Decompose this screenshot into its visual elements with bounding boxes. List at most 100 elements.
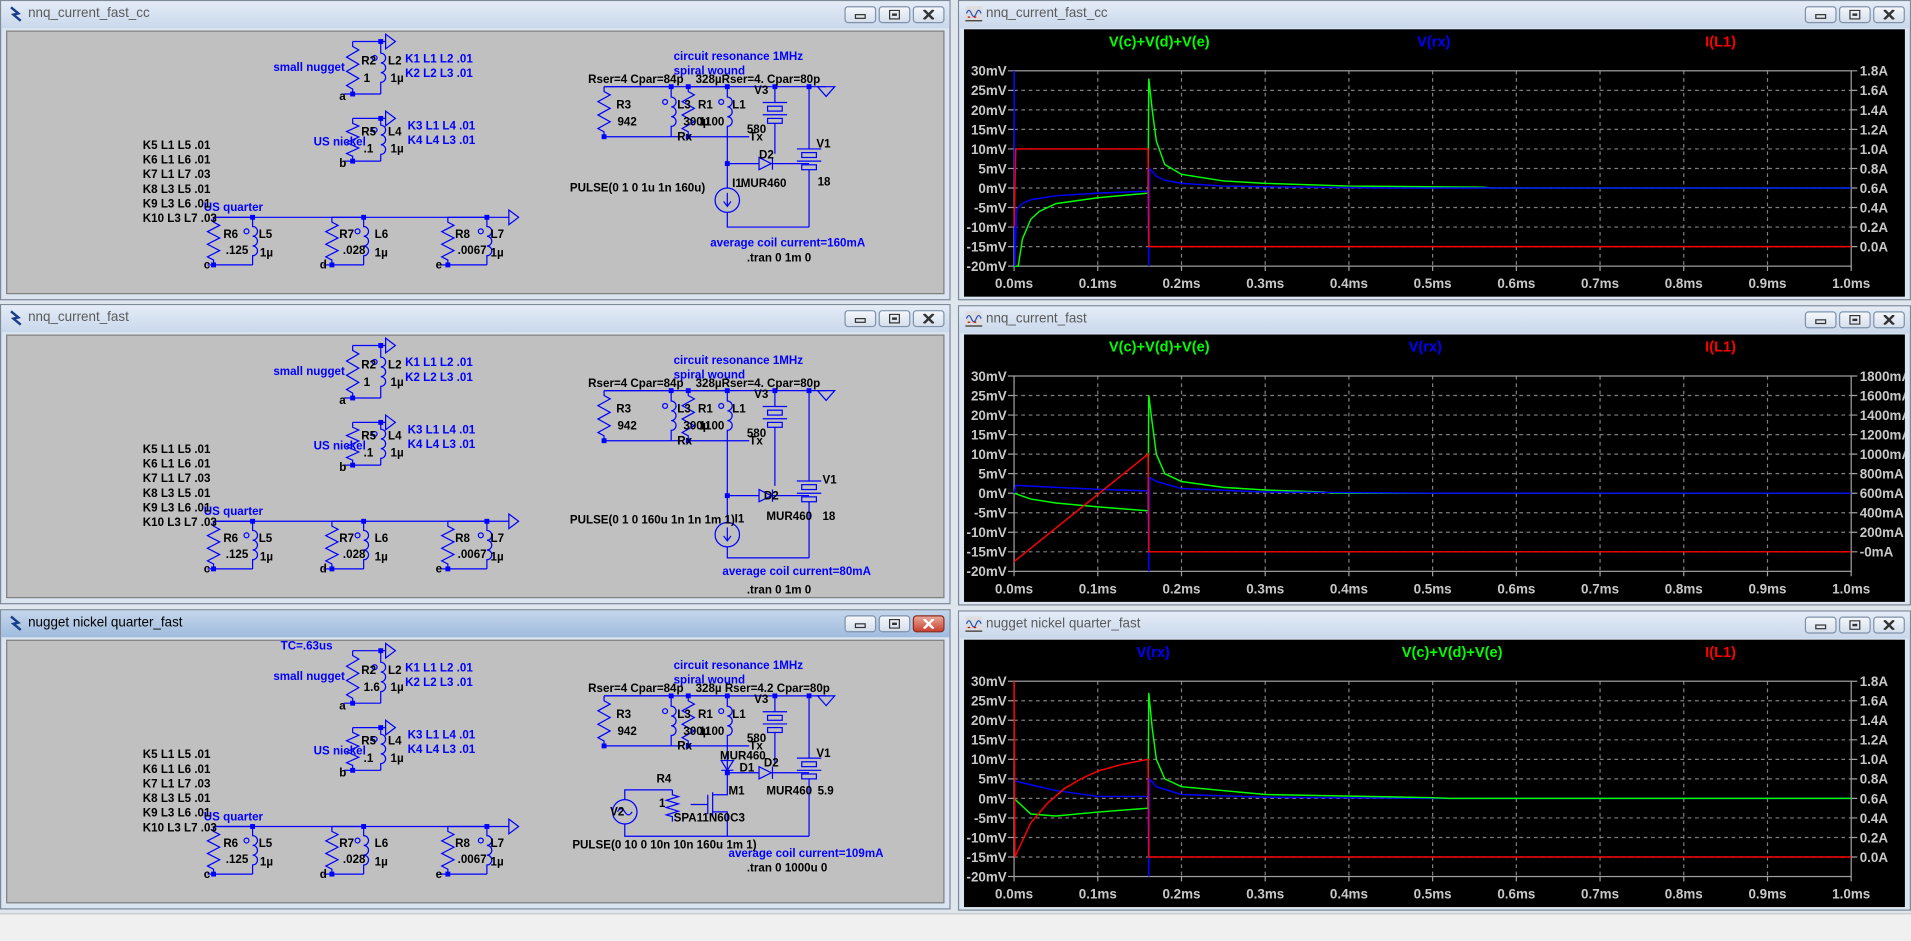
close-button[interactable] bbox=[1873, 311, 1905, 329]
title-bar[interactable]: nnq_current_fast bbox=[1, 305, 950, 333]
schematic-label-v3[interactable]: V3 bbox=[754, 693, 768, 706]
coupling-directive[interactable]: K10 L3 L7 .03 bbox=[143, 212, 217, 225]
schematic-label-l4-val[interactable]: 1µ bbox=[390, 752, 403, 765]
close-button[interactable] bbox=[912, 310, 945, 328]
maximize-button[interactable] bbox=[878, 6, 911, 24]
schematic-label-d2[interactable]: D2 bbox=[759, 149, 774, 162]
schematic-label-v3-val[interactable]: 580 bbox=[747, 123, 766, 136]
schematic-label-r7[interactable]: R7 bbox=[339, 532, 354, 545]
coupling-directive[interactable]: K5 L1 L5 .01 bbox=[143, 139, 211, 152]
schematic-label-r7[interactable]: R7 bbox=[339, 228, 354, 241]
coupling-directive[interactable]: K7 L1 L7 .03 bbox=[143, 778, 211, 791]
schematic-label-avg[interactable]: average coil current=109mA bbox=[729, 847, 884, 860]
schematic-label-us-nickel[interactable]: US nickel bbox=[314, 439, 366, 452]
schematic-label-d2-model[interactable]: MUR460 bbox=[741, 177, 787, 190]
schematic-label-l6-val[interactable]: 1µ bbox=[375, 247, 388, 260]
schematic-label-pulse[interactable]: PULSE(0 1 0 1u 1n 160u) bbox=[570, 182, 705, 195]
coupling-directive[interactable]: K6 L1 L6 .01 bbox=[143, 763, 211, 776]
schematic-label-l6[interactable]: L6 bbox=[375, 532, 389, 545]
schematic-label-r6-val[interactable]: .125 bbox=[226, 548, 249, 561]
schematic-label-r5-val[interactable]: .1 bbox=[364, 752, 374, 765]
schematic-label-rx[interactable]: Rx bbox=[677, 435, 692, 448]
schematic-label-resonance[interactable]: circuit resonance 1MHz bbox=[674, 50, 804, 63]
schematic-label-d1-model[interactable]: MUR460 bbox=[720, 750, 766, 763]
waveform-window[interactable]: nnq_current_fast 0.0ms 0.1ms 0.2ms 0.3ms 0.4… bbox=[957, 305, 1911, 606]
schematic-label-small-nugget[interactable]: small nugget bbox=[273, 365, 345, 378]
schematic-label-r1[interactable]: R1 bbox=[698, 403, 713, 416]
schematic-label-r8[interactable]: R8 bbox=[455, 837, 470, 850]
schematic-label-k1[interactable]: K1 L1 L2 .01 bbox=[405, 52, 473, 65]
coupling-directive[interactable]: K6 L1 L6 .01 bbox=[143, 154, 211, 167]
schematic-label-node-e[interactable]: e bbox=[436, 868, 442, 881]
schematic-label-v1[interactable]: V1 bbox=[822, 474, 836, 487]
schematic-label-m1-model[interactable]: SPA11N60C3 bbox=[674, 812, 745, 825]
minimize-button[interactable] bbox=[844, 615, 877, 633]
schematic-label-rx[interactable]: Rx bbox=[677, 740, 692, 753]
schematic-label-avg[interactable]: average coil current=80mA bbox=[722, 565, 871, 578]
schematic-label-node-a[interactable]: a bbox=[339, 394, 345, 407]
coupling-directive[interactable]: K10 L3 L7 .03 bbox=[143, 516, 217, 529]
coupling-directive[interactable]: K9 L3 L6 .01 bbox=[143, 807, 211, 820]
schematic-label-r3[interactable]: R3 bbox=[616, 403, 631, 416]
waveform-plot[interactable]: 0.0ms 0.1ms 0.2ms 0.3ms 0.4ms 0.5ms 0.6ms 0.7ms… bbox=[964, 334, 1905, 602]
coupling-directive[interactable]: K9 L3 L6 .01 bbox=[143, 502, 211, 515]
schematic-label-r3-val[interactable]: 942 bbox=[617, 420, 636, 433]
schematic-window[interactable]: nnq_current_fast_cc small nugget R2 L2 1 1µ K… bbox=[0, 0, 951, 301]
schematic-label-l1[interactable]: L1 bbox=[732, 403, 746, 416]
schematic-label-r8-val[interactable]: .0067 bbox=[458, 853, 487, 866]
schematic-label-l5-val[interactable]: 1µ bbox=[260, 247, 273, 260]
schematic-label-r5-val[interactable]: .1 bbox=[364, 447, 374, 460]
schematic-label-small-nugget[interactable]: small nugget bbox=[273, 670, 345, 683]
schematic-label-r7-val[interactable]: .028 bbox=[343, 548, 366, 561]
minimize-button[interactable] bbox=[844, 310, 877, 328]
schematic-label-l1[interactable]: L1 bbox=[732, 99, 746, 112]
schematic-label-r7-val[interactable]: .028 bbox=[343, 244, 366, 257]
schematic-label-r8-val[interactable]: .0067 bbox=[458, 244, 487, 257]
schematic-label-v1-val[interactable]: 18 bbox=[818, 176, 831, 189]
schematic-label-v3[interactable]: V3 bbox=[754, 388, 768, 401]
schematic-label-rser3[interactable]: Rser=4 Cpar=84p bbox=[588, 377, 683, 390]
schematic-label-tran[interactable]: .tran 0 1000u 0 bbox=[747, 862, 828, 875]
coupling-directive[interactable]: K10 L3 L7 .03 bbox=[143, 822, 217, 835]
schematic-label-node-a[interactable]: a bbox=[339, 90, 345, 103]
schematic-label-l2-val[interactable]: 1µ bbox=[390, 376, 403, 389]
schematic-label-l7-val[interactable]: 1µ bbox=[491, 856, 504, 869]
schematic-label-k4[interactable]: K4 L4 L3 .01 bbox=[408, 438, 476, 451]
schematic-label-l2[interactable]: L2 bbox=[388, 664, 402, 677]
schematic-label-v2[interactable]: V2 bbox=[610, 806, 624, 819]
schematic-label-node-b[interactable]: b bbox=[339, 157, 346, 170]
coupling-directive[interactable]: K8 L3 L5 .01 bbox=[143, 487, 211, 500]
schematic-label-r3[interactable]: R3 bbox=[616, 99, 631, 112]
schematic-label-tc[interactable]: TC=.63us bbox=[281, 641, 333, 653]
schematic-label-node-d[interactable]: d bbox=[320, 868, 327, 881]
minimize-button[interactable] bbox=[844, 6, 877, 24]
schematic-label-m1[interactable]: M1 bbox=[729, 785, 745, 798]
schematic-label-l4-val[interactable]: 1µ bbox=[390, 143, 403, 156]
schematic-label-l7[interactable]: L7 bbox=[491, 532, 505, 545]
schematic-canvas[interactable]: TC=.63us small nugget R2 L2 1.6 1µ K1 L1 L2 .0… bbox=[6, 639, 945, 904]
schematic-label-r6[interactable]: R6 bbox=[223, 837, 238, 850]
waveform-plot[interactable]: 0.0ms 0.1ms 0.2ms 0.3ms 0.4ms 0.5ms 0.6ms 0.7ms… bbox=[964, 29, 1905, 297]
schematic-label-k1[interactable]: K1 L1 L2 .01 bbox=[405, 662, 473, 675]
schematic-label-v1[interactable]: V1 bbox=[816, 747, 830, 760]
maximize-button[interactable] bbox=[878, 310, 911, 328]
schematic-label-r7-val[interactable]: .028 bbox=[343, 853, 366, 866]
schematic-label-node-b[interactable]: b bbox=[339, 767, 346, 780]
schematic-label-node-c[interactable]: c bbox=[204, 259, 210, 272]
schematic-label-r5-val[interactable]: .1 bbox=[364, 143, 374, 156]
schematic-label-l2[interactable]: L2 bbox=[388, 55, 402, 68]
schematic-window-active[interactable]: nugget nickel quarter_fast TC=.63us small… bbox=[0, 609, 951, 910]
schematic-label-v3[interactable]: V3 bbox=[754, 84, 768, 97]
schematic-label-r6[interactable]: R6 bbox=[223, 532, 238, 545]
waveform-window[interactable]: nnq_current_fast_cc 0.0ms 0.1ms 0.2ms 0.3ms… bbox=[957, 0, 1911, 301]
schematic-label-r4[interactable]: R4 bbox=[657, 773, 672, 786]
schematic-label-l5[interactable]: L5 bbox=[259, 837, 273, 850]
schematic-label-r1-val[interactable]: 1100 bbox=[699, 116, 724, 129]
title-bar[interactable]: nnq_current_fast bbox=[959, 306, 1910, 334]
schematic-label-r6-val[interactable]: .125 bbox=[226, 244, 249, 257]
coupling-directive[interactable]: K7 L1 L7 .03 bbox=[143, 472, 211, 485]
schematic-label-rx[interactable]: Rx bbox=[677, 131, 692, 144]
schematic-label-pulse[interactable]: PULSE(0 1 0 160u 1n 1n 1m 1) bbox=[570, 514, 735, 527]
schematic-label-node-d[interactable]: d bbox=[320, 563, 327, 576]
title-bar[interactable]: nnq_current_fast_cc bbox=[1, 1, 950, 29]
